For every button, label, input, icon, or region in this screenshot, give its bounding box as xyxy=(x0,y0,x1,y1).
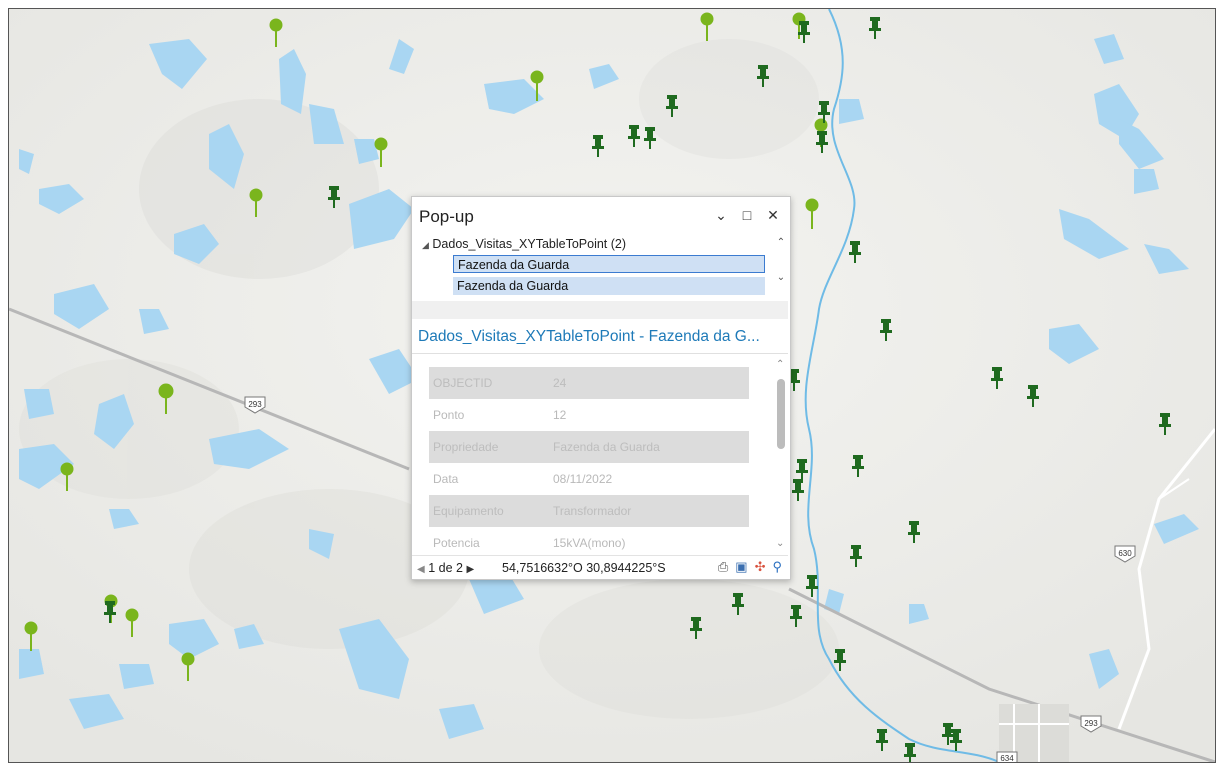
coordinates-readout: 54,7516632°O 30,8944225°S xyxy=(502,561,666,575)
scroll-down-icon[interactable]: ⌄ xyxy=(774,272,788,283)
map-frame: 293 630 293 634 Pop-up ⌄ □ ✕ ◢ Dados_Vis… xyxy=(8,8,1216,763)
field-name: Equipamento xyxy=(429,495,549,527)
shield-label: 634 xyxy=(1000,754,1014,762)
pager-current: 1 xyxy=(428,561,436,575)
divider xyxy=(412,353,788,354)
tree-feature-item[interactable]: Fazenda da Guarda xyxy=(453,277,765,295)
field-value: 12 xyxy=(553,408,567,422)
collapse-triangle-icon[interactable]: ◢ xyxy=(422,240,429,250)
shield-label: 293 xyxy=(248,400,262,409)
maximize-icon[interactable]: □ xyxy=(740,207,754,224)
field-name: Ponto xyxy=(433,408,465,422)
field-value: 24 xyxy=(549,367,749,399)
flash-icon[interactable]: ✣ xyxy=(755,559,766,575)
table-row: Ponto 12 xyxy=(429,399,749,431)
scroll-up-icon[interactable]: ⌃ xyxy=(776,359,784,370)
field-value: 08/11/2022 xyxy=(553,472,613,486)
pager-total: 2 xyxy=(456,561,463,575)
popup-title: Pop-up xyxy=(419,207,474,226)
close-icon[interactable]: ✕ xyxy=(766,207,780,224)
popup-tools: ⎙ ▣ ✣ ⚲ xyxy=(718,559,782,575)
feature-pager: ◀ 1 de 2 ▶ xyxy=(417,561,474,575)
print-icon[interactable]: ⎙ xyxy=(718,559,728,575)
table-row: Equipamento Transformador xyxy=(429,495,749,527)
search-icon[interactable]: ⚲ xyxy=(772,559,782,575)
field-name: OBJECTID xyxy=(429,367,549,399)
field-value: Fazenda da Guarda xyxy=(549,431,749,463)
tree-feature-item[interactable]: Fazenda da Guarda xyxy=(453,255,765,273)
pane-splitter[interactable] xyxy=(412,301,788,319)
previous-icon[interactable]: ◀ xyxy=(417,564,425,575)
next-icon[interactable]: ▶ xyxy=(466,564,474,575)
table-row: Data 08/11/2022 xyxy=(429,463,749,495)
pager-of: de xyxy=(438,561,453,575)
table-row: Propriedade Fazenda da Guarda xyxy=(429,431,749,463)
attribute-table: OBJECTID 24 Ponto 12 Propriedade Fazenda… xyxy=(429,367,749,559)
table-row: OBJECTID 24 xyxy=(429,367,749,399)
attributes-scrollbar[interactable]: ⌃ ⌄ xyxy=(774,357,788,549)
popup-footer: ◀ 1 de 2 ▶ 54,7516632°O 30,8944225°S ⎙ ▣… xyxy=(412,555,788,580)
scrollbar-thumb[interactable] xyxy=(777,379,785,449)
tree-layer-label: Dados_Visitas_XYTableToPoint (2) xyxy=(432,237,627,251)
field-name: Data xyxy=(433,472,459,486)
tree-scrollbar[interactable]: ⌃ ⌄ xyxy=(774,237,788,297)
popup-window[interactable]: Pop-up ⌄ □ ✕ ◢ Dados_Visitas_XYTableToPo… xyxy=(411,196,791,580)
shield-label: 293 xyxy=(1084,719,1098,728)
shield-label: 630 xyxy=(1118,549,1132,558)
scroll-up-icon[interactable]: ⌃ xyxy=(774,237,788,248)
popup-window-controls: ⌄ □ ✕ xyxy=(714,207,780,224)
scroll-down-icon[interactable]: ⌄ xyxy=(776,538,784,549)
tree-layer-node[interactable]: ◢ Dados_Visitas_XYTableToPoint (2) xyxy=(422,237,626,251)
field-value: Transformador xyxy=(549,495,749,527)
feature-title-link[interactable]: Dados_Visitas_XYTableToPoint - Fazenda d… xyxy=(418,328,760,346)
field-name: Propriedade xyxy=(429,431,549,463)
zoom-to-icon[interactable]: ▣ xyxy=(735,559,747,575)
feature-tree: ◢ Dados_Visitas_XYTableToPoint (2) Fazen… xyxy=(412,235,788,297)
chevron-down-icon[interactable]: ⌄ xyxy=(714,207,728,224)
